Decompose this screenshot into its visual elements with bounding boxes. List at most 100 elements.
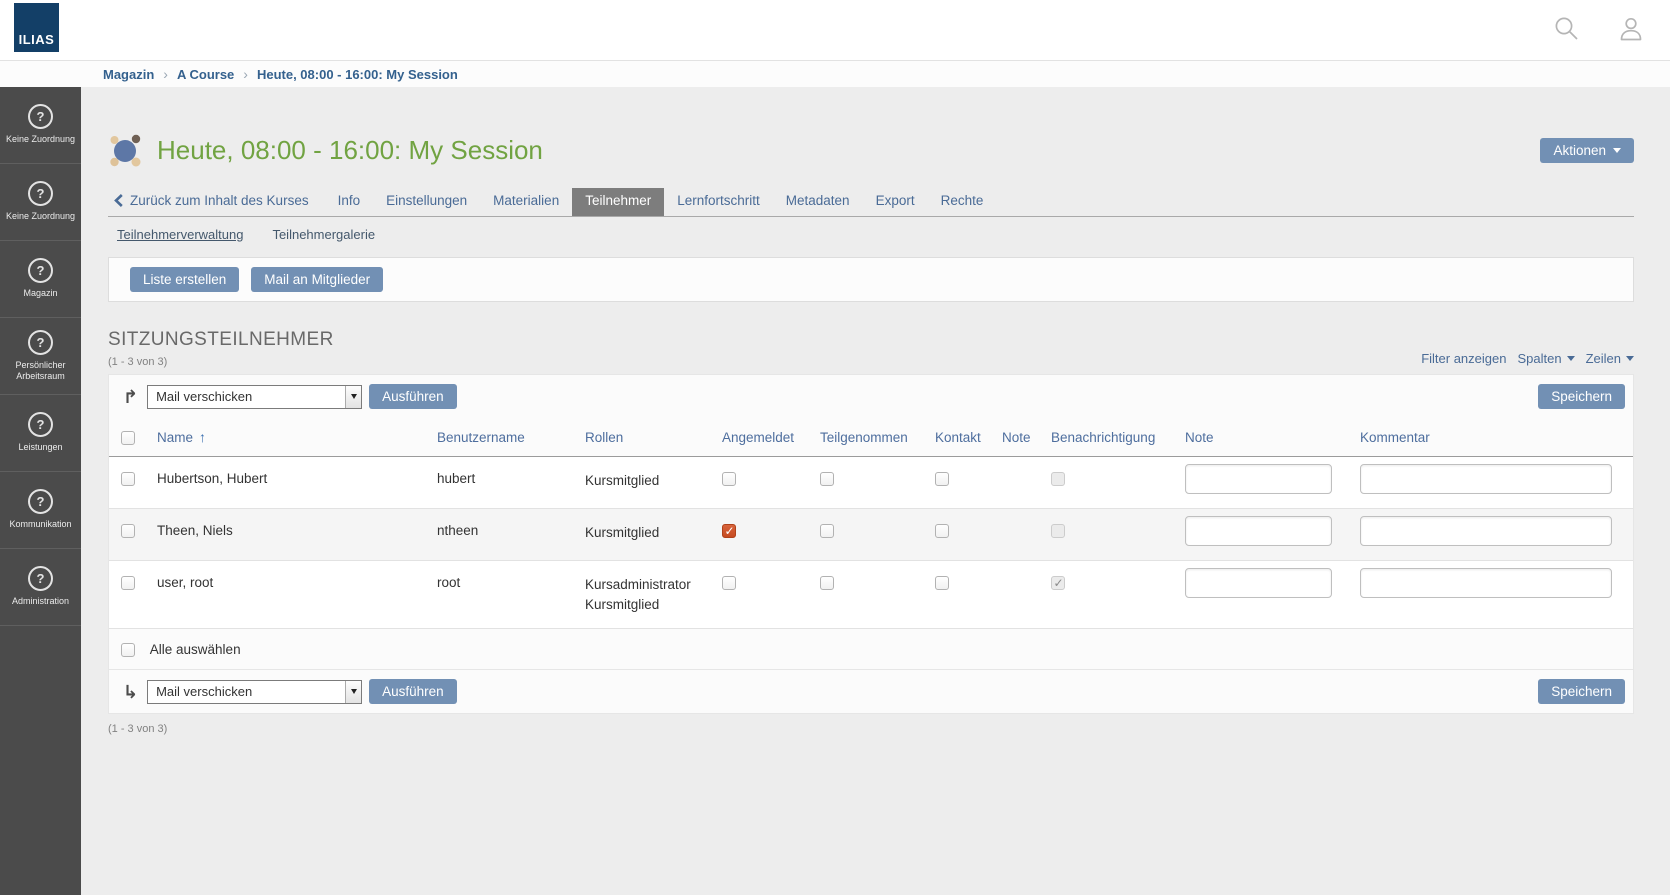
- subtab-bar: Teilnehmerverwaltung Teilnehmergalerie: [108, 227, 1634, 242]
- select-all-checkbox[interactable]: [121, 643, 135, 657]
- sidebar-item-keine-zuordnung-1[interactable]: ? Keine Zuordnung: [0, 87, 81, 164]
- rows-dropdown[interactable]: Zeilen: [1586, 351, 1634, 366]
- bulk-action-select-bottom[interactable]: Mail verschicken: [147, 680, 362, 704]
- participant-name: Hubertson, Hubert: [149, 457, 429, 509]
- sidebar-item-administration[interactable]: ? Administration: [0, 549, 81, 626]
- columns-dropdown[interactable]: Spalten: [1517, 351, 1574, 366]
- select-all-label: Alle auswählen: [150, 642, 241, 657]
- tab-rechte[interactable]: Rechte: [928, 188, 997, 216]
- breadcrumb-course[interactable]: A Course: [177, 67, 234, 82]
- kontakt-checkbox[interactable]: [935, 576, 949, 590]
- note-input[interactable]: [1185, 464, 1332, 494]
- session-object-icon: [108, 133, 142, 167]
- sidebar-item-label: Keine Zuordnung: [4, 211, 77, 222]
- row-select-checkbox[interactable]: [121, 472, 135, 486]
- teilgenommen-checkbox[interactable]: [820, 524, 834, 538]
- question-mark-icon: ?: [28, 104, 53, 129]
- section-title: SITZUNGSTEILNEHMER: [108, 329, 334, 351]
- sidebar-item-kommunikation[interactable]: ? Kommunikation: [0, 472, 81, 549]
- page-title: Heute, 08:00 - 16:00: My Session: [157, 135, 543, 166]
- column-header-note: Note: [994, 418, 1043, 457]
- search-icon[interactable]: [1553, 15, 1581, 43]
- back-to-course-link[interactable]: Zurück zum Inhalt des Kurses: [108, 188, 309, 216]
- sidebar-item-persoenlicher-arbeitsraum[interactable]: ? Persönlicher Arbeitsraum: [0, 318, 81, 395]
- column-header-angemeldet: Angemeldet: [714, 418, 812, 457]
- column-header-kontakt: Kontakt: [927, 418, 994, 457]
- participant-name: user, root: [149, 561, 429, 629]
- tab-lernfortschritt[interactable]: Lernfortschritt: [664, 188, 773, 216]
- participant-username: root: [429, 561, 577, 629]
- tab-materialien[interactable]: Materialien: [480, 188, 572, 216]
- sort-ascending-icon: ↑: [199, 429, 206, 445]
- tab-metadaten[interactable]: Metadaten: [773, 188, 863, 216]
- benachrichtigung-checkbox: [1051, 576, 1065, 590]
- note-input[interactable]: [1185, 516, 1332, 546]
- comment-input[interactable]: [1360, 464, 1612, 494]
- tab-info[interactable]: Info: [325, 188, 374, 216]
- angemeldet-checkbox[interactable]: [722, 576, 736, 590]
- save-button-top[interactable]: Speichern: [1538, 384, 1625, 409]
- teilgenommen-checkbox[interactable]: [820, 472, 834, 486]
- select-arrow-icon: [345, 681, 361, 703]
- kontakt-checkbox[interactable]: [935, 524, 949, 538]
- participant-row: user, root root Kursadministrator Kursmi…: [109, 561, 1633, 629]
- tab-einstellungen[interactable]: Einstellungen: [373, 188, 480, 216]
- teilgenommen-checkbox[interactable]: [820, 576, 834, 590]
- sidebar-item-label: Leistungen: [16, 442, 64, 453]
- execute-button-top[interactable]: Ausführen: [369, 384, 457, 409]
- show-filter-link[interactable]: Filter anzeigen: [1421, 351, 1506, 366]
- breadcrumb-session[interactable]: Heute, 08:00 - 16:00: My Session: [257, 67, 458, 82]
- save-button-bottom[interactable]: Speichern: [1538, 679, 1625, 704]
- angemeldet-checkbox[interactable]: [722, 524, 736, 538]
- question-mark-icon: ?: [28, 489, 53, 514]
- sidebar-item-label: Keine Zuordnung: [4, 134, 77, 145]
- result-count-bottom: (1 - 3 von 3): [108, 723, 1634, 735]
- participants-table-container: ↱ Mail verschicken Ausführen Speichern N…: [108, 374, 1634, 714]
- sidebar-item-magazin[interactable]: ? Magazin: [0, 241, 81, 318]
- sidebar-item-label: Magazin: [21, 288, 59, 299]
- bulk-action-row-top: ↱ Mail verschicken Ausführen Speichern: [109, 375, 1633, 418]
- mail-members-button[interactable]: Mail an Mitglieder: [251, 267, 383, 292]
- row-select-checkbox[interactable]: [121, 576, 135, 590]
- apply-to-selection-top-icon: ↱: [123, 388, 138, 406]
- sidebar-item-label: Kommunikation: [7, 519, 73, 530]
- row-select-checkbox[interactable]: [121, 524, 135, 538]
- main-sidebar: ? Keine Zuordnung ? Keine Zuordnung ? Ma…: [0, 87, 81, 895]
- tab-teilnehmer[interactable]: Teilnehmer: [572, 188, 664, 216]
- breadcrumb: Magazin › A Course › Heute, 08:00 - 16:0…: [0, 60, 1670, 87]
- sidebar-item-keine-zuordnung-2[interactable]: ? Keine Zuordnung: [0, 164, 81, 241]
- question-mark-icon: ?: [28, 412, 53, 437]
- angemeldet-checkbox[interactable]: [722, 472, 736, 486]
- table-header-row: Name↑ Benutzername Rollen Angemeldet Tei…: [109, 418, 1633, 457]
- execute-button-bottom[interactable]: Ausführen: [369, 679, 457, 704]
- sidebar-item-leistungen[interactable]: ? Leistungen: [0, 395, 81, 472]
- question-mark-icon: ?: [28, 181, 53, 206]
- column-header-note-input: Note: [1177, 418, 1352, 457]
- subtab-teilnehmergalerie[interactable]: Teilnehmergalerie: [272, 227, 375, 242]
- chevron-left-icon: [114, 194, 123, 207]
- column-header-teilgenommen: Teilgenommen: [812, 418, 927, 457]
- comment-input[interactable]: [1360, 568, 1612, 598]
- comment-input[interactable]: [1360, 516, 1612, 546]
- breadcrumb-magazin[interactable]: Magazin: [103, 67, 154, 82]
- chevron-down-icon: [1626, 356, 1634, 361]
- user-menu-icon[interactable]: [1617, 15, 1645, 43]
- kontakt-checkbox[interactable]: [935, 472, 949, 486]
- bulk-action-select-top[interactable]: Mail verschicken: [147, 385, 362, 409]
- question-mark-icon: ?: [28, 566, 53, 591]
- note-input[interactable]: [1185, 568, 1332, 598]
- participant-username: hubert: [429, 457, 577, 509]
- benachrichtigung-checkbox: [1051, 472, 1065, 486]
- column-header-kommentar: Kommentar: [1352, 418, 1633, 457]
- create-list-button[interactable]: Liste erstellen: [130, 267, 239, 292]
- sidebar-item-label: Administration: [10, 596, 71, 607]
- actions-button[interactable]: Aktionen: [1540, 138, 1634, 163]
- ilias-logo[interactable]: ILIAS: [14, 3, 59, 52]
- participant-row: Hubertson, Hubert hubert Kursmitglied: [109, 457, 1633, 509]
- subtab-teilnehmerverwaltung[interactable]: Teilnehmerverwaltung: [117, 227, 243, 242]
- sidebar-item-label: Persönlicher Arbeitsraum: [0, 360, 81, 383]
- select-all-header-checkbox[interactable]: [121, 431, 135, 445]
- column-header-name[interactable]: Name↑: [149, 418, 429, 457]
- tab-export[interactable]: Export: [863, 188, 928, 216]
- apply-to-selection-bottom-icon: ↳: [123, 683, 138, 701]
